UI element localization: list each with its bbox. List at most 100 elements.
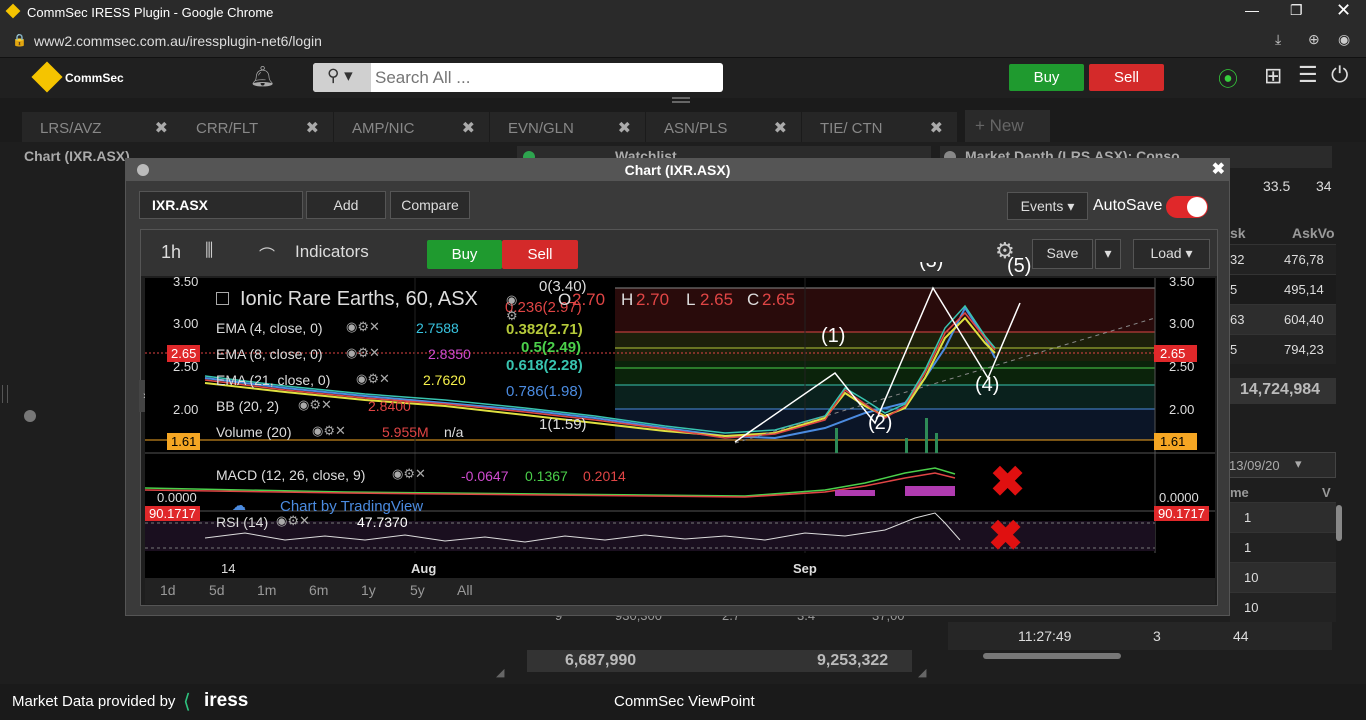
macd-value: 0.2014 [583,468,626,484]
indicator-controls-icon[interactable]: ◉⚙✕ [356,371,390,387]
timeframe-1d[interactable]: 1d [160,582,176,598]
indicator-controls-icon[interactable]: ◉⚙✕ [346,345,380,361]
tab-close-icon[interactable]: ✖ [462,118,475,138]
symbol-input[interactable]: IXR.ASX [139,191,303,219]
price-tick-right: 2.00 [1169,402,1195,417]
tab-close-icon[interactable]: ✖ [155,118,168,138]
bell-icon[interactable]: 🔔︎ [250,64,275,89]
indicator-controls-icon[interactable]: ◉⚙✕ [392,466,426,482]
tab-close-icon[interactable]: ✖ [774,118,787,138]
save-dropdown-icon[interactable]: ▾ [1095,239,1121,269]
modal-title-bar[interactable]: Chart (IXR.ASX) ✖ [126,159,1229,181]
zoom-icon[interactable]: ⊕ [1308,31,1320,48]
splitter-handle-icon[interactable] [2,385,8,403]
add-button[interactable]: Add [306,191,386,219]
commsec-logo-text: CommSec [65,71,124,85]
timeframe-all[interactable]: All [457,582,473,598]
macd-value: 0.1367 [525,468,568,484]
date-picker[interactable]: 13/09/20 ▾ [1224,452,1336,478]
trade-cell: 44 [1233,628,1249,644]
url-text[interactable]: www2.commsec.com.au/iressplugin-net6/log… [34,33,322,49]
timeframe-5d[interactable]: 5d [209,582,225,598]
fib-label: 0.786(1.98) [506,383,583,400]
depth-top-val: 34 [1316,178,1332,194]
indicator-controls-icon[interactable]: ◉⚙✕ [312,423,346,439]
x-tick: 14 [221,561,236,576]
candles-icon[interactable]: ⫼ [205,240,213,261]
indicators-button[interactable]: Indicators [295,242,369,262]
resize-grip-icon[interactable]: ◢ [918,666,926,679]
header-buy-button[interactable]: Buy [1009,64,1084,91]
timeframe-5y[interactable]: 5y [410,582,425,598]
horizontal-scrollbar[interactable] [983,653,1121,659]
interval-button[interactable]: 1h [161,242,181,263]
search-box[interactable]: ⚲ ▾ [313,63,723,92]
save-button[interactable]: Save [1032,239,1093,269]
tab-tie-ctn[interactable]: TIE/ CTN ✖ [802,112,957,142]
ema21-label: EMA (21, close, 0) [216,372,331,388]
location-pin-icon[interactable]: ⦿ [1218,63,1238,92]
chart-buy-button[interactable]: Buy [427,240,502,269]
ohlc-label: C [747,290,760,309]
tab-close-icon[interactable]: ✖ [306,118,319,138]
chevron-down-icon[interactable]: ▾ [1295,456,1302,472]
timeframe-1y[interactable]: 1y [361,582,376,598]
eye-icon[interactable]: ◉ [1338,31,1350,48]
ohlc-label: L [686,290,696,309]
tab-lrs-avz[interactable]: LRS/AVZ ✖ [22,112,182,142]
new-tab-button[interactable]: + New [965,110,1050,142]
indicators-icon[interactable]: ⌒ [259,242,275,266]
tab-evn-gln[interactable]: EVN/GLN ✖ [490,112,645,142]
rsi-label: RSI (14) [216,514,269,530]
trades-col-header: V [1322,485,1331,500]
collapse-legend-icon[interactable] [216,292,229,305]
tab-label: AMP/NIC [352,120,415,137]
search-input[interactable] [375,66,715,89]
tab-label: CRR/FLT [196,120,259,137]
events-dropdown[interactable]: Events ▾ [1007,192,1088,220]
last-trade-row: 11:27:49 3 44 [948,622,1332,650]
depth-cell: 5 [1230,282,1238,297]
legend-controls-icon[interactable]: ◉ ⚙ [506,292,518,324]
trade-row: 10 [1230,592,1336,622]
trade-row: 10 [1230,562,1336,592]
timeframe-1m[interactable]: 1m [257,582,276,598]
timeframe-6m[interactable]: 6m [309,582,328,598]
load-dropdown[interactable]: Load ▾ [1133,239,1210,269]
trade-time: 11:27:49 [1018,628,1072,644]
depth-panel: 33.5 34 sk AskVo 32 476,78 5 495,14 63 604,… [1224,170,1336,622]
radio-icon[interactable] [24,410,36,422]
fib-label: 0.618(2.28) [506,357,583,374]
indicator-controls-icon[interactable]: ◉⚙✕ [346,319,380,335]
tab-amp-nic[interactable]: AMP/NIC ✖ [334,112,489,142]
minimize-icon[interactable]: — [1245,2,1259,18]
header-sell-button[interactable]: Sell [1089,64,1164,91]
events-label: Events [1020,198,1064,214]
chart-sell-button[interactable]: Sell [502,240,578,269]
indicator-controls-icon[interactable]: ◉⚙✕ [298,397,332,413]
indicator-controls-icon[interactable]: ◉⚙✕ [276,513,310,529]
add-icon[interactable]: ⊞ [1264,63,1282,89]
rsi-value: 47.7370 [357,514,408,530]
tab-crr-flt[interactable]: CRR/FLT ✖ [178,112,333,142]
tab-close-icon[interactable]: ✖ [930,118,943,138]
volume-value: 5.955M [382,424,429,440]
autosave-toggle[interactable] [1166,196,1208,218]
resize-grip-icon[interactable]: ◢ [496,666,504,679]
search-icon[interactable]: ⚲ ▾ [313,63,371,92]
restore-icon[interactable]: ❐ [1290,2,1303,19]
footer: Market Data provided by ⟨ iress CommSec … [0,684,1366,720]
scrollbar[interactable] [1336,505,1342,541]
tab-asn-pls[interactable]: ASN/PLS ✖ [646,112,801,142]
tab-close-icon[interactable]: ✖ [618,118,631,138]
compare-button[interactable]: Compare [390,191,470,219]
wave-label-text: (3) [919,262,943,272]
menu-icon[interactable]: ☰ [1298,62,1318,88]
drag-handle-icon[interactable] [672,97,690,103]
install-icon[interactable]: ⤓ [1275,31,1281,48]
close-window-icon[interactable]: ✕ [1336,0,1351,21]
modal-close-icon[interactable]: ✖ [1212,159,1225,181]
price-tick: 2.00 [173,402,199,417]
power-icon[interactable]: ⏻ [1331,62,1348,88]
wave-label: (5) [1007,255,1032,277]
